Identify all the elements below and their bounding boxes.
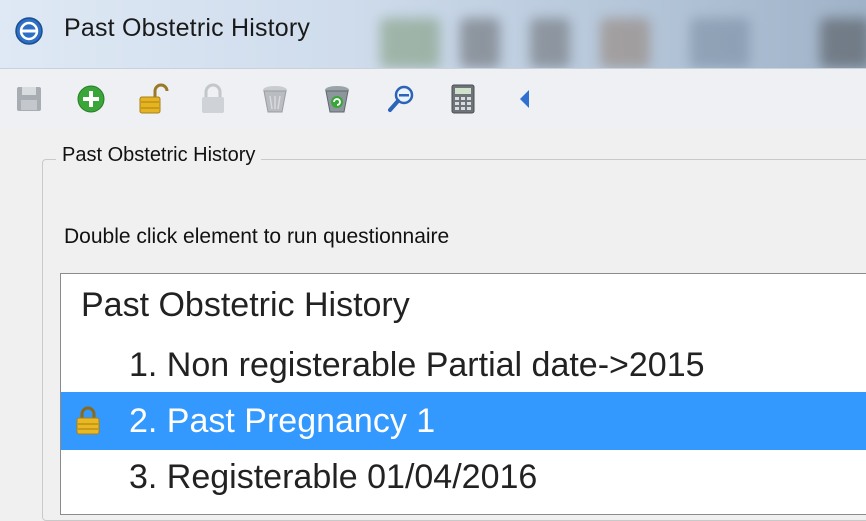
add-button[interactable] [72, 80, 110, 118]
instruction-text: Double click element to run questionnair… [64, 225, 450, 248]
calculator-icon [451, 84, 475, 114]
lock-button[interactable] [194, 80, 232, 118]
app-icon[interactable] [14, 16, 44, 46]
calculator-button[interactable] [444, 80, 482, 118]
restore-bin-button[interactable] [318, 80, 356, 118]
unlock-button[interactable] [134, 80, 172, 118]
save-button[interactable] [10, 80, 48, 118]
history-tree[interactable]: Past Obstetric History 1. Non registerab… [60, 273, 866, 515]
back-button[interactable] [506, 80, 544, 118]
zoom-out-button[interactable] [382, 80, 420, 118]
zoom-out-icon [388, 85, 414, 112]
back-arrow-icon [520, 90, 529, 108]
tree-root[interactable]: Past Obstetric History [61, 276, 866, 334]
add-icon [77, 85, 105, 113]
tree-item-label: 1. Non registerable Partial date->2015 [129, 346, 705, 384]
unlock-icon [139, 83, 169, 114]
tree-root-label: Past Obstetric History [81, 286, 410, 324]
tree-item-label: 2. Past Pregnancy 1 [129, 402, 436, 440]
tree-item-label: 3. Registerable 01/04/2016 [129, 458, 538, 496]
window-title: Past Obstetric History [64, 14, 311, 42]
tree-item-2[interactable]: 2. Past Pregnancy 1 [61, 392, 866, 450]
recycle-bin-empty-icon [263, 86, 287, 113]
toolbar [0, 68, 866, 129]
save-icon [17, 87, 41, 111]
title-bar[interactable]: Past Obstetric History [0, 0, 866, 68]
tree-item-3[interactable]: 3. Registerable 01/04/2016 [61, 448, 866, 506]
empty-bin-button[interactable] [256, 80, 294, 118]
recycle-bin-restore-icon [325, 86, 349, 113]
lock-icon [202, 83, 224, 113]
group-legend: Past Obstetric History [56, 144, 262, 167]
tree-item-1[interactable]: 1. Non registerable Partial date->2015 [61, 336, 866, 394]
lock-icon [76, 406, 100, 435]
